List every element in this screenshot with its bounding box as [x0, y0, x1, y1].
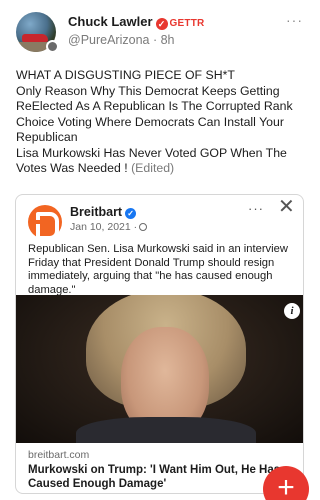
globe-icon [139, 223, 148, 231]
photo-jacket [76, 417, 256, 443]
post-text-line: Choice Voting Where Democrats Can Instal… [16, 114, 284, 129]
avatar-badge-icon [46, 40, 59, 53]
embed-text-line: Friday that President Donald Trump shoul… [28, 256, 275, 269]
post-text-line: ReElected As A Republican Is The Corrupt… [16, 99, 293, 113]
avatar-car [22, 34, 48, 42]
platform-label: GETTR [169, 18, 205, 29]
breitbart-logo-icon [28, 205, 62, 240]
embed-source-line: Breitbart ✓ [70, 205, 137, 219]
post-text-line: Only Reason Why This Democrat Keeps Gett… [16, 83, 280, 98]
post-time: 8h [160, 33, 175, 47]
embed-date-line: Jan 10, 2021 · [70, 221, 148, 233]
author-handle[interactable]: @PureArizona [68, 33, 149, 47]
post-text-last-line: Votes Was Needed ! (Edited) [16, 161, 311, 177]
author-meta: @PureArizona · 8h [68, 33, 175, 47]
post-text-line: Votes Was Needed ! [16, 161, 128, 175]
more-horizontal-icon[interactable]: ··· [286, 12, 303, 28]
link-title-line: Murkowski on Trump: 'I Want Him Out, He … [28, 464, 281, 476]
post-header: Chuck Lawler ✓ GETTR @PureArizona · 8h ··· [16, 12, 307, 53]
embed-text-line: Republican Sen. Lisa Murkowski said in a… [28, 243, 288, 255]
article-photo[interactable]: i [16, 295, 303, 443]
post-text-line: WHAT A DISGUSTING PIECE OF SH*T [16, 68, 235, 82]
embed-text-line: immediately, arguing that "he has caused… [28, 270, 273, 283]
verified-badge-icon: ✓ [155, 18, 168, 30]
embed-more-icon[interactable]: ··· [248, 201, 264, 216]
post-text-line: Republican [16, 130, 78, 144]
post-text-line: Lisa Murkowski Has Never Voted GOP When … [16, 145, 287, 160]
link-title[interactable]: Murkowski on Trump: 'I Want Him Out, He … [28, 463, 298, 491]
embed-source-name[interactable]: Breitbart [70, 205, 122, 219]
embed-text: Republican Sen. Lisa Murkowski said in a… [28, 243, 298, 297]
info-icon[interactable]: i [284, 303, 300, 319]
close-icon[interactable]: ✕ [278, 197, 295, 217]
embed-date: Jan 10, 2021 · [70, 221, 138, 233]
author-line: Chuck Lawler ✓ GETTR [68, 14, 204, 30]
post-body: WHAT A DISGUSTING PIECE OF SH*T Only Rea… [16, 68, 311, 177]
link-domain: breitbart.com [28, 449, 90, 461]
embedded-post-card[interactable]: Breitbart ✓ Jan 10, 2021 · ··· ✕ Republic… [15, 194, 304, 494]
verified-check-icon: ✓ [125, 208, 137, 219]
edited-label: (Edited) [131, 161, 175, 175]
link-title-line: Caused Enough Damage' [28, 478, 167, 490]
author-name[interactable]: Chuck Lawler [68, 14, 153, 29]
